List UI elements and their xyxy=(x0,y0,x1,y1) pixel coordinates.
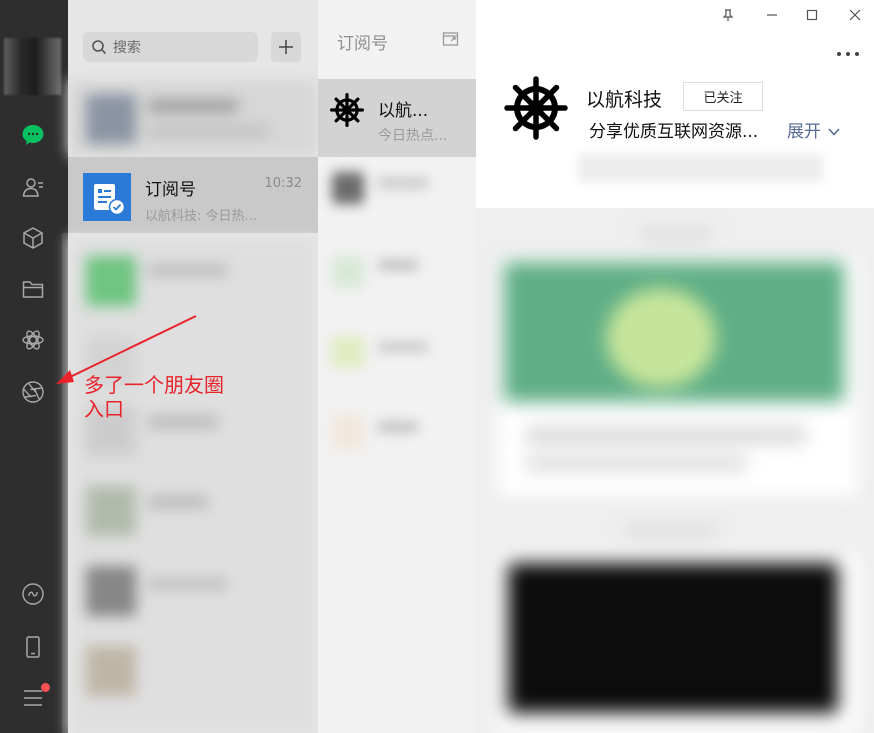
subscription-name: 以航... xyxy=(378,101,429,121)
expand-label: 展开 xyxy=(787,122,821,142)
phone-nav-button[interactable] xyxy=(14,628,52,666)
search-icon xyxy=(92,40,107,55)
moments-nav-button[interactable] xyxy=(14,321,52,359)
chat-item-blurred[interactable] xyxy=(68,80,318,156)
annotation-text: 多了一个朋友圈 入口 xyxy=(84,373,224,421)
account-description: 分享优质互联网资源... xyxy=(589,122,759,142)
search-placeholder: 搜索 xyxy=(113,40,141,56)
close-button[interactable] xyxy=(844,4,866,26)
minimize-button[interactable] xyxy=(761,4,783,26)
contacts-icon xyxy=(22,178,43,197)
chat-preview: 以航科技: 今日热... xyxy=(145,209,257,224)
wechat-window: 搜索 订阅号 10:32 以航科技: 今日热... 订阅号 以航... 今日热点… xyxy=(0,0,874,733)
ship-wheel-icon xyxy=(330,93,364,127)
chat-name: 订阅号 xyxy=(145,180,196,200)
subscription-preview: 今日热点... xyxy=(378,128,448,144)
chevron-down-icon xyxy=(828,128,840,136)
contacts-nav-button[interactable] xyxy=(14,168,52,206)
subscriptions-panel: 订阅号 以航... 今日热点... xyxy=(318,0,476,733)
account-detail-pane: 以航科技 已关注 分享优质互联网资源... 展开 xyxy=(476,0,874,733)
moments-icon xyxy=(22,330,44,350)
chat-icon xyxy=(22,125,44,145)
more-options-icon[interactable] xyxy=(836,49,862,59)
avatar[interactable] xyxy=(4,38,61,95)
add-button[interactable] xyxy=(271,32,301,62)
account-logo-icon xyxy=(504,76,568,140)
blurred-info xyxy=(578,154,823,182)
chat-list: 搜索 订阅号 10:32 以航科技: 今日热... xyxy=(62,0,318,733)
chat-item-subscriptions[interactable]: 订阅号 10:32 以航科技: 今日热... xyxy=(68,157,318,233)
files-nav-button[interactable] xyxy=(14,270,52,308)
pin-button[interactable] xyxy=(717,4,739,26)
open-window-icon[interactable] xyxy=(442,30,460,48)
chat-list-overlay xyxy=(62,233,318,733)
subscriptions-blurred-items xyxy=(318,160,476,733)
minimize-icon xyxy=(767,14,777,16)
mini-programs-nav-button[interactable] xyxy=(14,575,52,613)
maximize-icon xyxy=(806,9,818,21)
article-feed-blurred xyxy=(476,208,874,733)
plus-icon xyxy=(279,40,293,54)
search-box[interactable]: 搜索 xyxy=(83,32,258,62)
phone-icon xyxy=(26,636,40,658)
favorites-nav-button[interactable] xyxy=(14,219,52,257)
mini-programs-icon xyxy=(22,583,44,605)
channels-nav-button[interactable] xyxy=(14,373,52,411)
maximize-button[interactable] xyxy=(801,4,823,26)
pin-icon xyxy=(722,9,734,21)
channels-icon xyxy=(22,381,44,403)
expand-link[interactable]: 展开 xyxy=(787,117,840,142)
subscriptions-title: 订阅号 xyxy=(337,34,388,54)
sidebar xyxy=(0,0,68,733)
account-name: 以航科技 xyxy=(586,89,663,111)
subscription-account-icon xyxy=(83,173,131,221)
chat-time: 10:32 xyxy=(264,176,302,191)
subscription-item-yihang[interactable]: 以航... 今日热点... xyxy=(318,79,476,157)
close-icon xyxy=(849,9,861,21)
notification-badge xyxy=(41,683,50,692)
article-feed xyxy=(476,208,874,733)
files-icon xyxy=(22,281,44,298)
favorites-icon xyxy=(23,227,43,249)
followed-button[interactable]: 已关注 xyxy=(683,82,763,111)
chat-nav-button[interactable] xyxy=(14,116,52,154)
